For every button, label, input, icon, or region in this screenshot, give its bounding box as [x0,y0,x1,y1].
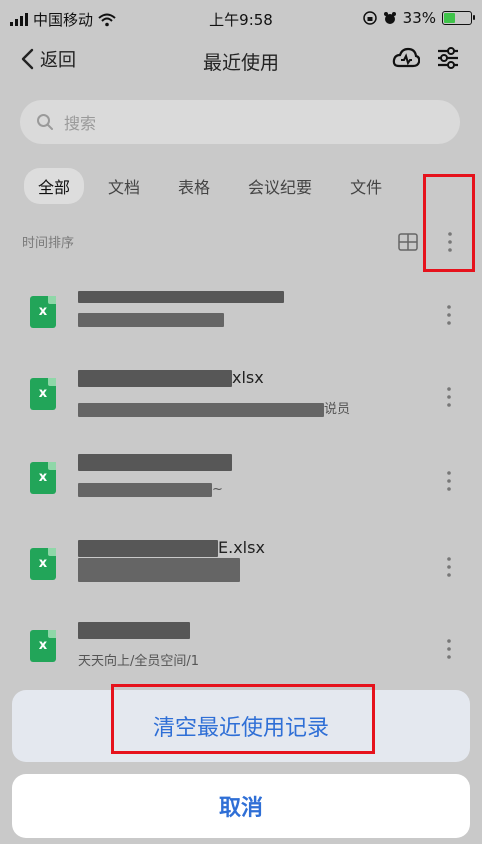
nav-icons [392,46,460,70]
more-options-icon[interactable] [442,466,456,496]
file-location [78,558,240,582]
lock-rotation-icon [362,11,377,25]
cancel-button[interactable]: 取消 [12,774,470,838]
file-title [78,620,190,639]
filter-settings-icon[interactable] [436,46,460,70]
battery-percent: 33% [402,9,436,27]
status-bar: 中国移动 上午9:58 33% [0,0,482,38]
file-location: 说员 [78,398,350,417]
more-options-icon[interactable] [442,552,456,582]
list-item[interactable]: x E.xlsx [0,524,482,614]
highlight-box [423,174,475,272]
nav-bar: 返回 最近使用 [0,38,482,84]
cancel-label: 取消 [218,796,263,821]
file-location: ~ [78,482,223,497]
sort-label[interactable]: 时间排序 [22,232,74,251]
more-options-icon[interactable] [442,634,456,664]
search-bar[interactable]: 搜索 [20,100,460,144]
tab-sheets[interactable]: 表格 [164,168,224,204]
excel-file-icon: x [30,548,56,580]
excel-file-icon: x [30,296,56,328]
excel-file-icon: x [30,378,56,410]
tab-files[interactable]: 文件 [336,168,396,204]
file-location [78,312,224,327]
category-tabs: 全部 文档 表格 会议纪要 文件 [24,168,406,204]
file-title [78,452,232,471]
more-options-icon[interactable] [442,300,456,330]
search-placeholder: 搜索 [64,114,97,133]
list-item[interactable]: x ~ [0,438,482,528]
list-item[interactable]: x xlsx 说员 [0,354,482,444]
tab-all[interactable]: 全部 [24,168,85,204]
search-icon [37,114,53,130]
file-location: 天天向上/全员空间/1 [78,654,200,669]
cloud-sync-icon[interactable] [392,46,420,70]
excel-file-icon: x [30,630,56,662]
alarm-icon [383,12,396,24]
more-options-icon[interactable] [442,382,456,412]
tab-documents[interactable]: 文档 [94,168,154,204]
grid-view-icon[interactable] [398,233,418,251]
status-right: 33% [362,9,475,27]
screen: 中国移动 上午9:58 33% 返回 最近使用 搜索 全部 文档 表格 会议纪要 [0,0,482,844]
file-title: xlsx [78,368,264,387]
battery-icon [442,11,475,25]
highlight-box [111,684,375,754]
list-item[interactable]: x 天天向上/全员空间/1 [0,606,482,696]
excel-file-icon: x [30,462,56,494]
file-title [78,286,284,305]
tab-meeting-notes[interactable]: 会议纪要 [234,168,326,204]
list-item[interactable]: x [0,272,482,362]
file-title: E.xlsx [78,538,265,557]
